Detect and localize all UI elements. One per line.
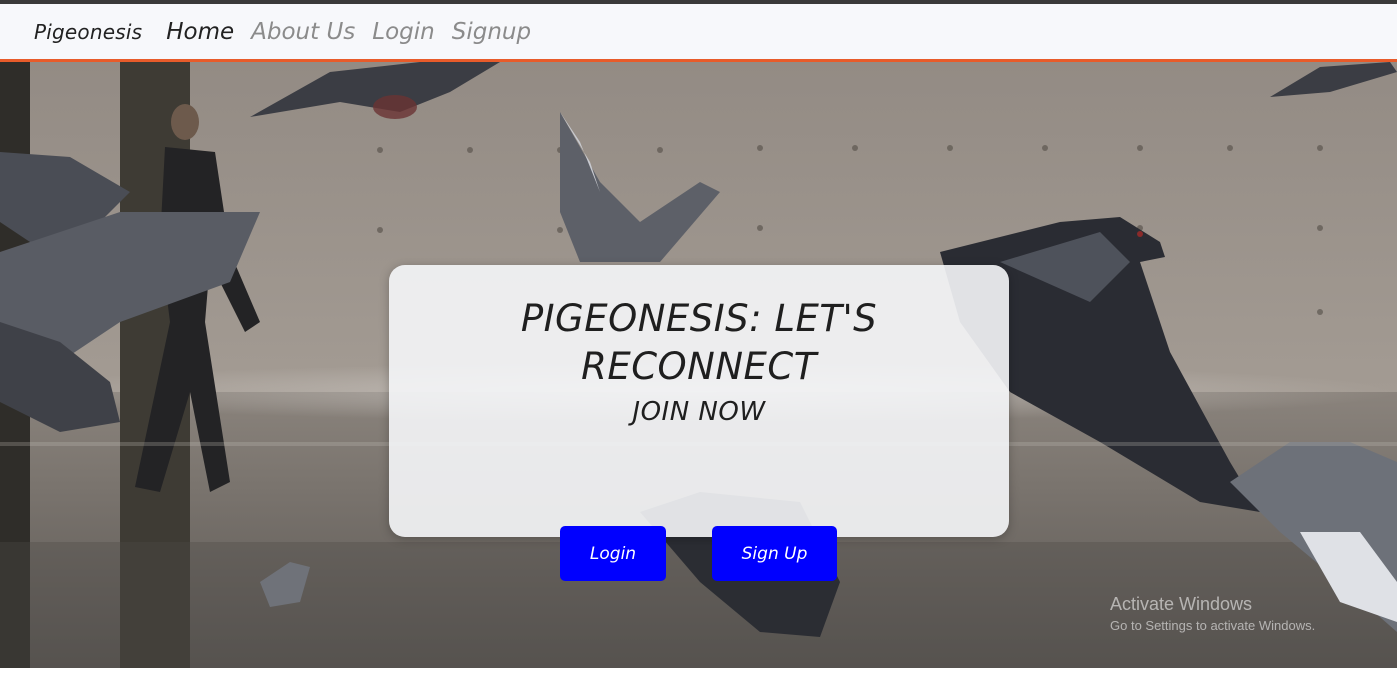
signup-button[interactable]: Sign Up	[712, 526, 837, 581]
bottom-edge	[0, 668, 1397, 673]
activate-windows-watermark: Activate Windows Go to Settings to activ…	[1110, 594, 1315, 633]
nav-links: Home About Us Login Signup	[166, 19, 548, 45]
page: Pigeonesis Home About Us Login Signup PI…	[0, 0, 1397, 673]
watermark-subtitle: Go to Settings to activate Windows.	[1110, 618, 1316, 633]
login-button[interactable]: Login	[560, 526, 666, 581]
nav-link-signup[interactable]: Signup	[452, 19, 531, 45]
hero-title: PIGEONESIS: LET'S RECONNECT	[520, 297, 878, 388]
nav-link-home[interactable]: Home	[166, 19, 234, 45]
nav-link-login[interactable]: Login	[372, 19, 434, 45]
hero-section: PIGEONESIS: LET'S RECONNECT JOIN NOW Log…	[0, 62, 1397, 673]
hero-card: PIGEONESIS: LET'S RECONNECT JOIN NOW	[389, 265, 1009, 537]
watermark-title: Activate Windows	[1110, 594, 1253, 614]
brand-link[interactable]: Pigeonesis	[34, 20, 142, 44]
hero-subtitle: JOIN NOW	[632, 397, 766, 427]
navbar: Pigeonesis Home About Us Login Signup	[0, 4, 1397, 62]
nav-link-about-us[interactable]: About Us	[251, 19, 355, 45]
